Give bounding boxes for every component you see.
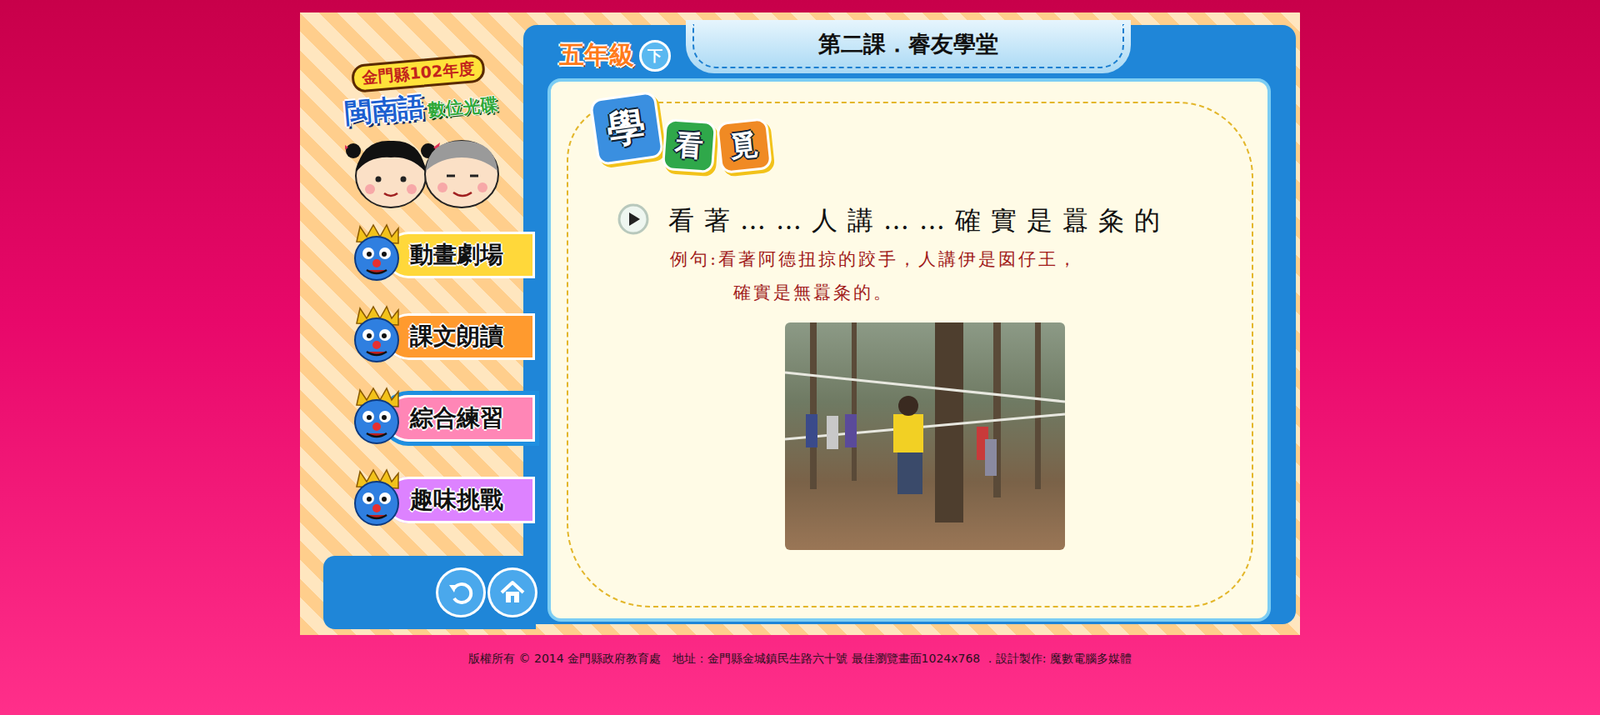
menu-label: 綜合練習 [410, 402, 504, 435]
menu-strip: 課文朗讀 [385, 313, 535, 360]
badge-char: 學 [604, 100, 650, 157]
header: 五年級 下 第二課．睿友學堂 [523, 25, 1296, 82]
menu-item[interactable]: 課文朗讀 [350, 304, 535, 370]
main-panel: 五年級 下 第二課．睿友學堂 學看覓 看著……人講……確實是囂粂的 例句:看著阿… [523, 25, 1296, 625]
bottom-bar [323, 555, 536, 630]
content-panel: 學看覓 看著……人講……確實是囂粂的 例句:看著阿德扭掠的跤手，人講伊是囡仔王，… [550, 81, 1268, 619]
mascot-icon [350, 386, 404, 450]
photo [785, 322, 1065, 550]
badge-tile: 學 [589, 90, 665, 166]
menu-strip: 趣味挑戰 [385, 476, 535, 524]
footer: 版權所有 © 2014 金門縣政府教育處 地址：金門縣金城鎮民生路六十號 最佳瀏… [468, 651, 1132, 667]
menu-item[interactable]: 動畫劇場 [350, 222, 535, 288]
mascot-icon [350, 305, 404, 369]
badge-tile: 看 [661, 118, 717, 174]
logo: 金門縣102年度 閩南語 數位光碟 [314, 50, 526, 136]
logo-year: 金門縣102年度 [350, 53, 486, 94]
menu-strip: 綜合練習 [385, 395, 535, 442]
badge-char: 看 [673, 125, 705, 166]
phrase-row: 看著……人講……確實是囂粂的 [616, 202, 1170, 240]
section-badge: 學看覓 [593, 95, 770, 172]
menu-label: 課文朗讀 [410, 320, 504, 353]
left-panel: 金門縣102年度 閩南語 數位光碟 動畫劇場課文朗讀綜合練習趣味挑戰 [300, 12, 524, 635]
kids-faces-icon [300, 132, 524, 210]
menu-item[interactable]: 趣味挑戰 [350, 467, 535, 533]
term-badge: 下 [639, 40, 671, 72]
menu: 動畫劇場課文朗讀綜合練習趣味挑戰 [300, 222, 524, 533]
grade-label: 五年級 [559, 38, 635, 73]
mascot-icon [350, 223, 404, 287]
badge-char: 覓 [728, 125, 761, 166]
menu-item[interactable]: 綜合練習 [350, 385, 535, 451]
mascot-icon [350, 468, 404, 532]
badge-tile: 覓 [715, 117, 773, 175]
grade-badge: 五年級 下 [559, 38, 685, 73]
menu-label: 動畫劇場 [410, 239, 504, 271]
lesson-title: 第二課．睿友學堂 [818, 29, 999, 60]
menu-label: 趣味挑戰 [410, 484, 504, 516]
app-frame: 金門縣102年度 閩南語 數位光碟 動畫劇場課文朗讀綜合練習趣味挑戰 五年級 下… [300, 12, 1300, 635]
menu-strip: 動畫劇場 [385, 231, 535, 279]
home-icon[interactable] [490, 570, 535, 615]
logo-product: 數位光碟 [427, 92, 500, 125]
title-tab: 第二課．睿友學堂 [685, 20, 1131, 74]
logo-language: 閩南語 [343, 89, 426, 133]
back-icon[interactable] [438, 570, 484, 615]
example-line: 確實是無囂粂的。 [670, 280, 1079, 305]
example-sentence: 例句:看著阿德扭掠的跤手，人講伊是囡仔王， 確實是無囂粂的。 [670, 247, 1079, 305]
phrase: 看著……人講……確實是囂粂的 [668, 203, 1170, 239]
example-line: 例句:看著阿德扭掠的跤手，人講伊是囡仔王， [670, 247, 1079, 271]
content-area: 學看覓 看著……人講……確實是囂粂的 例句:看著阿德扭掠的跤手，人講伊是囡仔王，… [566, 101, 1254, 608]
play-icon[interactable] [616, 202, 650, 240]
